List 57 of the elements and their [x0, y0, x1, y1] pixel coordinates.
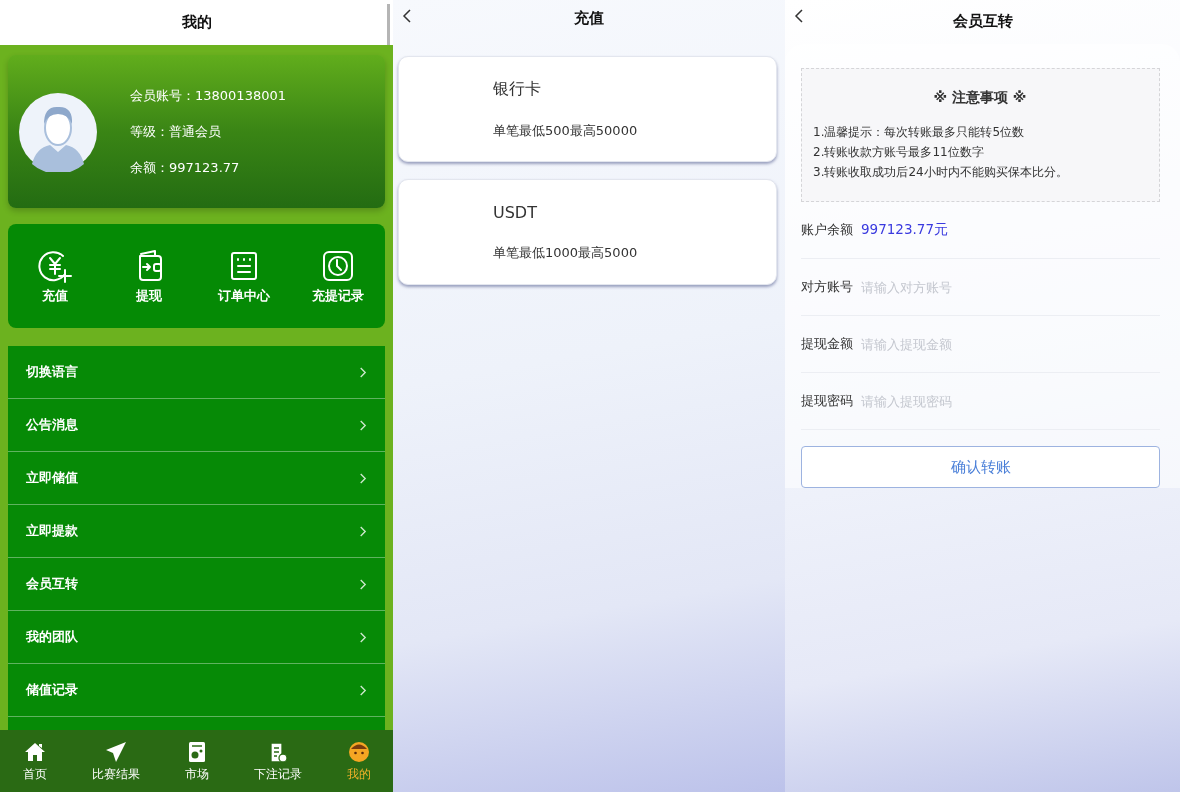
menu-item-label: 我的团队	[26, 628, 78, 646]
menu-item-label: 储值记录	[26, 681, 78, 699]
payment-limit: 单笔最低1000最高5000	[493, 243, 639, 262]
balance: 余额：997123.77	[130, 158, 241, 177]
member-level: 等级：普通会员	[130, 122, 222, 141]
menu-item-label: 切换语言	[26, 363, 78, 381]
page-title: 充值	[574, 8, 604, 28]
menu-item[interactable]: 立即储值	[8, 452, 385, 505]
menu-item-label: 立即储值	[26, 469, 78, 487]
quick-action-button[interactable]: 充提记录	[297, 247, 378, 305]
payment-method-name: USDT	[493, 202, 538, 222]
menu-item[interactable]: 切换语言	[8, 346, 385, 399]
nav-tab[interactable]: 比赛结果	[91, 740, 140, 782]
smiley-icon	[346, 740, 371, 764]
quick-action-button[interactable]: 充值	[15, 247, 96, 305]
field-label: 提现金额	[801, 335, 853, 353]
page-title: 我的	[181, 13, 212, 32]
menu-item-label: 会员互转	[26, 575, 78, 593]
payment-limit: 单笔最低500最高50000	[493, 121, 639, 140]
nav-tab[interactable]: 市场	[184, 740, 209, 782]
field-label: 账户余额	[801, 221, 853, 239]
nav-tab[interactable]: 首页	[22, 740, 47, 782]
menu-item[interactable]: 我的团队	[8, 611, 385, 664]
chevron-right-icon	[358, 365, 367, 379]
notice-title: ※ 注意事项 ※	[932, 89, 1028, 107]
menu-item-label: 公告消息	[26, 416, 78, 434]
menu-item[interactable]: 立即提款	[8, 505, 385, 558]
page-title: 会员互转	[952, 11, 1013, 31]
notice-text: 2.转账收款方账号最多11位数字	[813, 144, 985, 161]
chevron-right-icon	[358, 471, 367, 485]
menu-item[interactable]: 公告消息	[8, 399, 385, 452]
menu-item[interactable]: 会员互转	[8, 558, 385, 611]
quick-action-button[interactable]: 订单中心	[203, 247, 284, 305]
field-label: 对方账号	[801, 278, 853, 296]
field-label: 提现密码	[801, 392, 853, 410]
avatar-silhouette-icon	[18, 91, 98, 172]
payment-method-card[interactable]: 银行卡 单笔最低500最高50000	[398, 56, 777, 162]
chevron-right-icon	[358, 524, 367, 538]
chevron-right-icon	[358, 683, 367, 697]
nav-tab[interactable]: 下注记录	[253, 740, 302, 782]
back-icon[interactable]	[401, 8, 413, 24]
chevron-right-icon	[358, 418, 367, 432]
menu-item[interactable]: 储值记录	[8, 664, 385, 717]
notice-text: 3.转账收取成功后24小时内不能购买保本比分。	[813, 164, 1069, 181]
payment-method-card[interactable]: USDT 单笔最低1000最高5000	[398, 179, 777, 285]
account-number: 会员账号：13800138001	[130, 86, 286, 105]
menu-item-label: 立即提款	[26, 522, 78, 540]
balance-value: 997123.77元	[861, 221, 948, 239]
nav-tab[interactable]: 我的	[346, 740, 371, 782]
chevron-right-icon	[358, 577, 367, 591]
notice-text: 1.温馨提示：每次转账最多只能转5位数	[813, 124, 1026, 141]
payment-method-name: 银行卡	[493, 78, 542, 100]
back-icon[interactable]	[793, 8, 805, 24]
scrollbar	[387, 4, 390, 45]
quick-action-button[interactable]: 提现	[109, 247, 190, 305]
chevron-right-icon	[358, 630, 367, 644]
confirm-button[interactable]: 确认转账	[801, 446, 1160, 488]
